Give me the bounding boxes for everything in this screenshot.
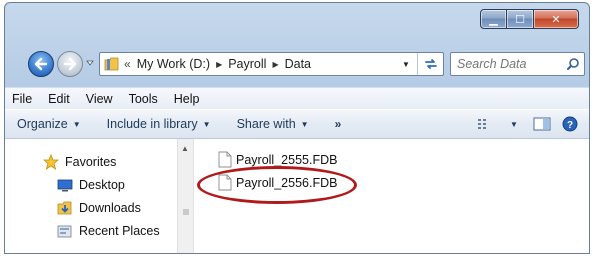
maximize-button[interactable]: ☐	[507, 9, 534, 29]
forward-arrow-icon	[63, 57, 77, 71]
navigation-bar: « My Work (D:) ▶ Payroll ▶ Data ▼	[5, 47, 589, 81]
search-input[interactable]	[457, 57, 563, 71]
file-list-pane: Payroll_2555.FDB Payroll_2556.FDB	[194, 139, 589, 253]
toolbar-right: ▼ ?	[467, 116, 579, 132]
include-in-library-button[interactable]: Include in library ▼	[107, 117, 211, 131]
organize-button[interactable]: Organize ▼	[17, 117, 81, 131]
menu-help[interactable]: Help	[174, 92, 200, 106]
breadcrumb-separator[interactable]: ▶	[216, 60, 222, 69]
chevron-down-icon: ▼	[202, 119, 211, 129]
forward-button[interactable]	[57, 51, 83, 77]
nav-recent-places-label: Recent Places	[79, 224, 160, 238]
navigation-pane: Favorites Desktop Downloads Recent Place…	[5, 139, 177, 253]
command-bar: Organize ▼ Include in library ▼ Share wi…	[5, 109, 589, 139]
file-item[interactable]: Payroll_2555.FDB	[218, 151, 337, 168]
menu-edit[interactable]: Edit	[48, 92, 70, 106]
nav-downloads[interactable]: Downloads	[57, 200, 141, 216]
refresh-icon	[424, 59, 437, 69]
search-box[interactable]	[450, 52, 585, 76]
chevron-down-icon: ▼	[510, 119, 518, 129]
scroll-grip-icon[interactable]	[181, 207, 191, 217]
file-name: Payroll_2556.FDB	[236, 175, 338, 190]
menu-tools[interactable]: Tools	[129, 92, 158, 106]
close-button[interactable]: ✕	[534, 9, 579, 29]
share-with-button[interactable]: Share with ▼	[237, 117, 309, 131]
content-area: Favorites Desktop Downloads Recent Place…	[5, 139, 589, 253]
view-options-button[interactable]: ▼	[505, 116, 523, 132]
share-with-label: Share with	[236, 117, 296, 131]
nav-recent-places[interactable]: Recent Places	[57, 223, 160, 239]
recent-places-icon	[57, 225, 72, 238]
address-dropdown-button[interactable]: ▼	[399, 55, 413, 73]
back-button[interactable]	[28, 51, 54, 77]
breadcrumb-separator[interactable]: ▶	[272, 60, 278, 69]
chevron-down-icon: ▼	[300, 119, 309, 129]
nav-favorites[interactable]: Favorites	[43, 154, 116, 170]
scroll-up-arrow-icon[interactable]: ▲	[181, 144, 189, 153]
menu-bar: File Edit View Tools Help	[5, 87, 589, 109]
chevron-down-icon: ▼	[72, 119, 81, 129]
nav-desktop-label: Desktop	[79, 178, 125, 192]
preview-pane-button[interactable]	[533, 116, 551, 132]
caption-buttons: ▁ ☐ ✕	[480, 9, 579, 29]
views-icon	[478, 119, 486, 129]
file-icon	[218, 174, 232, 191]
file-icon	[218, 151, 232, 168]
file-name: Payroll_2555.FDB	[236, 152, 338, 167]
help-icon: ?	[562, 116, 578, 132]
recent-pages-chevron-icon[interactable]	[85, 58, 95, 68]
refresh-button[interactable]	[417, 53, 443, 75]
svg-text:?: ?	[567, 120, 573, 131]
nav-favorites-label: Favorites	[65, 155, 117, 169]
navigation-scrollbar[interactable]: ▲	[177, 139, 194, 253]
search-icon[interactable]	[566, 57, 580, 71]
more-commands-button[interactable]: »	[335, 117, 342, 131]
breadcrumb-data[interactable]: Data	[285, 57, 311, 71]
nav-downloads-label: Downloads	[79, 201, 141, 215]
menu-file[interactable]: File	[12, 92, 32, 106]
file-item[interactable]: Payroll_2556.FDB	[218, 174, 337, 191]
breadcrumb-payroll[interactable]: Payroll	[228, 57, 266, 71]
organize-label: Organize	[17, 117, 68, 131]
include-in-library-label: Include in library	[106, 117, 198, 131]
explorer-window: ▁ ☐ ✕ « My Work (D:) ▶ Payroll ▶ Data ▼ …	[4, 2, 590, 254]
folder-icon	[104, 57, 119, 71]
downloads-icon	[57, 201, 72, 215]
nav-desktop[interactable]: Desktop	[57, 177, 125, 193]
minimize-button[interactable]: ▁	[480, 9, 507, 29]
breadcrumb-drive[interactable]: My Work (D:)	[137, 57, 210, 71]
menu-view[interactable]: View	[86, 92, 113, 106]
desktop-icon	[57, 179, 73, 192]
change-view-button[interactable]	[477, 116, 495, 132]
star-icon	[43, 154, 59, 170]
back-arrow-icon	[34, 57, 48, 71]
help-button[interactable]: ?	[561, 116, 579, 132]
title-bar: ▁ ☐ ✕	[5, 3, 589, 43]
preview-pane-icon	[533, 117, 551, 131]
address-bar[interactable]: « My Work (D:) ▶ Payroll ▶ Data ▼	[99, 52, 444, 76]
breadcrumb-overflow[interactable]: «	[124, 57, 131, 71]
